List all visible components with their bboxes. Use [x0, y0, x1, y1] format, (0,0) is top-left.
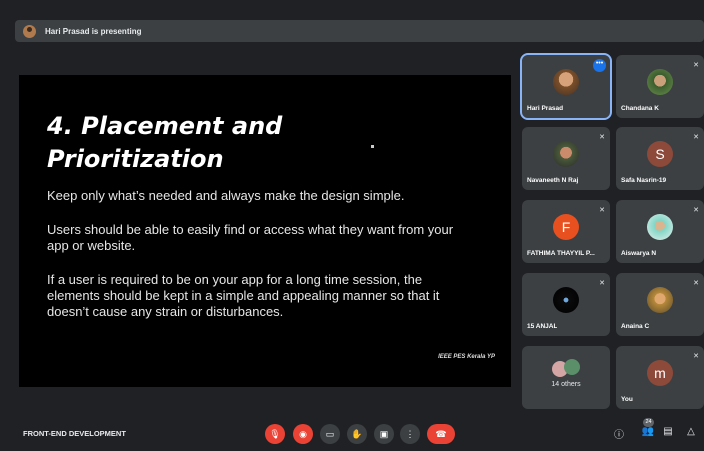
- participant-initial: m: [647, 360, 673, 386]
- participant-tile-chandana[interactable]: ✕ Chandana K: [616, 55, 704, 118]
- participant-name: Safa Nasrin-19: [621, 177, 667, 184]
- participant-avatar: [553, 141, 579, 167]
- participant-name: 15 ANJAL: [527, 323, 558, 330]
- participant-name: Navaneeth N Raj: [527, 177, 579, 184]
- captions-button[interactable]: ▭: [320, 424, 340, 444]
- participant-name: Anaina C: [621, 323, 650, 330]
- mic-off-icon: ✕: [599, 280, 605, 287]
- participant-tile-others[interactable]: 14 others: [522, 346, 610, 409]
- end-call-icon: ☎: [435, 429, 447, 439]
- participant-name: Chandana K: [621, 105, 659, 112]
- info-icon: ⓘ: [614, 430, 624, 441]
- raise-hand-button[interactable]: ✋: [347, 424, 367, 444]
- leave-call-button[interactable]: ☎: [427, 424, 455, 444]
- others-count: 14 others: [551, 381, 581, 388]
- mic-off-icon: ✕: [693, 207, 699, 214]
- participant-initial: S: [647, 141, 673, 167]
- presentation-slide: 4. Placement and Prioritization Keep onl…: [19, 75, 511, 387]
- mic-off-icon: ✕: [693, 134, 699, 141]
- participant-tile-safa[interactable]: ✕ S Safa Nasrin-19: [616, 127, 704, 190]
- participant-tile-aiswarya[interactable]: ✕ Aiswarya N: [616, 200, 704, 263]
- chat-button[interactable]: ▤: [661, 426, 675, 437]
- presenter-avatar: [23, 24, 36, 38]
- participant-tile-anjal[interactable]: ✕ 15 ANJAL: [522, 273, 610, 336]
- participant-tile-fathima[interactable]: ✕ F FATHIMA THAYYIL P...: [522, 200, 610, 263]
- others-avatar-stack: [550, 358, 582, 378]
- present-button[interactable]: ▣: [374, 424, 394, 444]
- mic-off-icon: ✕: [599, 207, 605, 214]
- presenting-banner: Hari Prasad is presenting: [15, 20, 704, 42]
- participant-avatar: [553, 69, 579, 95]
- mic-off-icon: ✕: [693, 280, 699, 287]
- more-options-button[interactable]: ⋮: [400, 424, 420, 444]
- activities-button[interactable]: △: [684, 426, 698, 437]
- participant-tile-you[interactable]: ✕ m You: [616, 346, 704, 409]
- participant-avatar: [647, 214, 673, 240]
- present-icon: ▣: [379, 429, 389, 439]
- camera-toggle-button[interactable]: ◉: [293, 424, 313, 444]
- more-options-icon[interactable]: •••: [593, 59, 606, 72]
- activities-icon: △: [687, 426, 695, 437]
- slide-paragraph-1: Keep only what’s needed and always make …: [47, 188, 405, 203]
- people-button[interactable]: 👥: [641, 426, 655, 437]
- meeting-title: FRONT-END DEVELOPMENT: [23, 429, 126, 438]
- camera-off-icon: ◉: [299, 429, 307, 439]
- participant-avatar: [647, 69, 673, 95]
- mic-toggle-button[interactable]: 🎙: [265, 424, 285, 444]
- chat-icon: ▤: [663, 426, 673, 437]
- participant-avatar: [553, 287, 579, 313]
- mic-off-icon: ✕: [693, 62, 699, 69]
- participant-avatar: [647, 287, 673, 313]
- mic-off-icon: ✕: [693, 353, 699, 360]
- mic-off-icon: ✕: [599, 134, 605, 141]
- participant-name: Hari Prasad: [527, 105, 564, 112]
- participant-tile-hari-prasad[interactable]: ••• Hari Prasad: [520, 53, 612, 120]
- participant-tile-anaina[interactable]: ✕ Anaina C: [616, 273, 704, 336]
- captions-icon: ▭: [325, 429, 335, 439]
- mic-off-icon: 🎙: [269, 429, 281, 439]
- info-button[interactable]: ⓘ: [612, 426, 626, 441]
- slide-credit: IEEE PES Kerala YP: [438, 354, 495, 360]
- participant-tile-navaneeth[interactable]: ✕ Navaneeth N Raj: [522, 127, 610, 190]
- presenting-text: Hari Prasad is presenting: [45, 26, 142, 36]
- participant-initial: F: [553, 214, 579, 240]
- people-icon: 👥: [641, 426, 655, 437]
- meet-window: Hari Prasad is presenting 4. Placement a…: [0, 0, 704, 451]
- raise-hand-icon: ✋: [351, 429, 363, 439]
- more-vert-icon: ⋮: [405, 429, 415, 439]
- slide-title: 4. Placement and Prioritization: [47, 112, 283, 173]
- participant-name: You: [621, 396, 633, 403]
- participant-name: Aiswarya N: [621, 250, 657, 257]
- slide-paragraph-2: Users should be able to easily find or a…: [47, 222, 454, 253]
- slide-paragraph-3: If a user is required to be on your app …: [47, 272, 440, 319]
- mouse-cursor: [371, 145, 374, 148]
- participant-name: FATHIMA THAYYIL P...: [527, 250, 595, 257]
